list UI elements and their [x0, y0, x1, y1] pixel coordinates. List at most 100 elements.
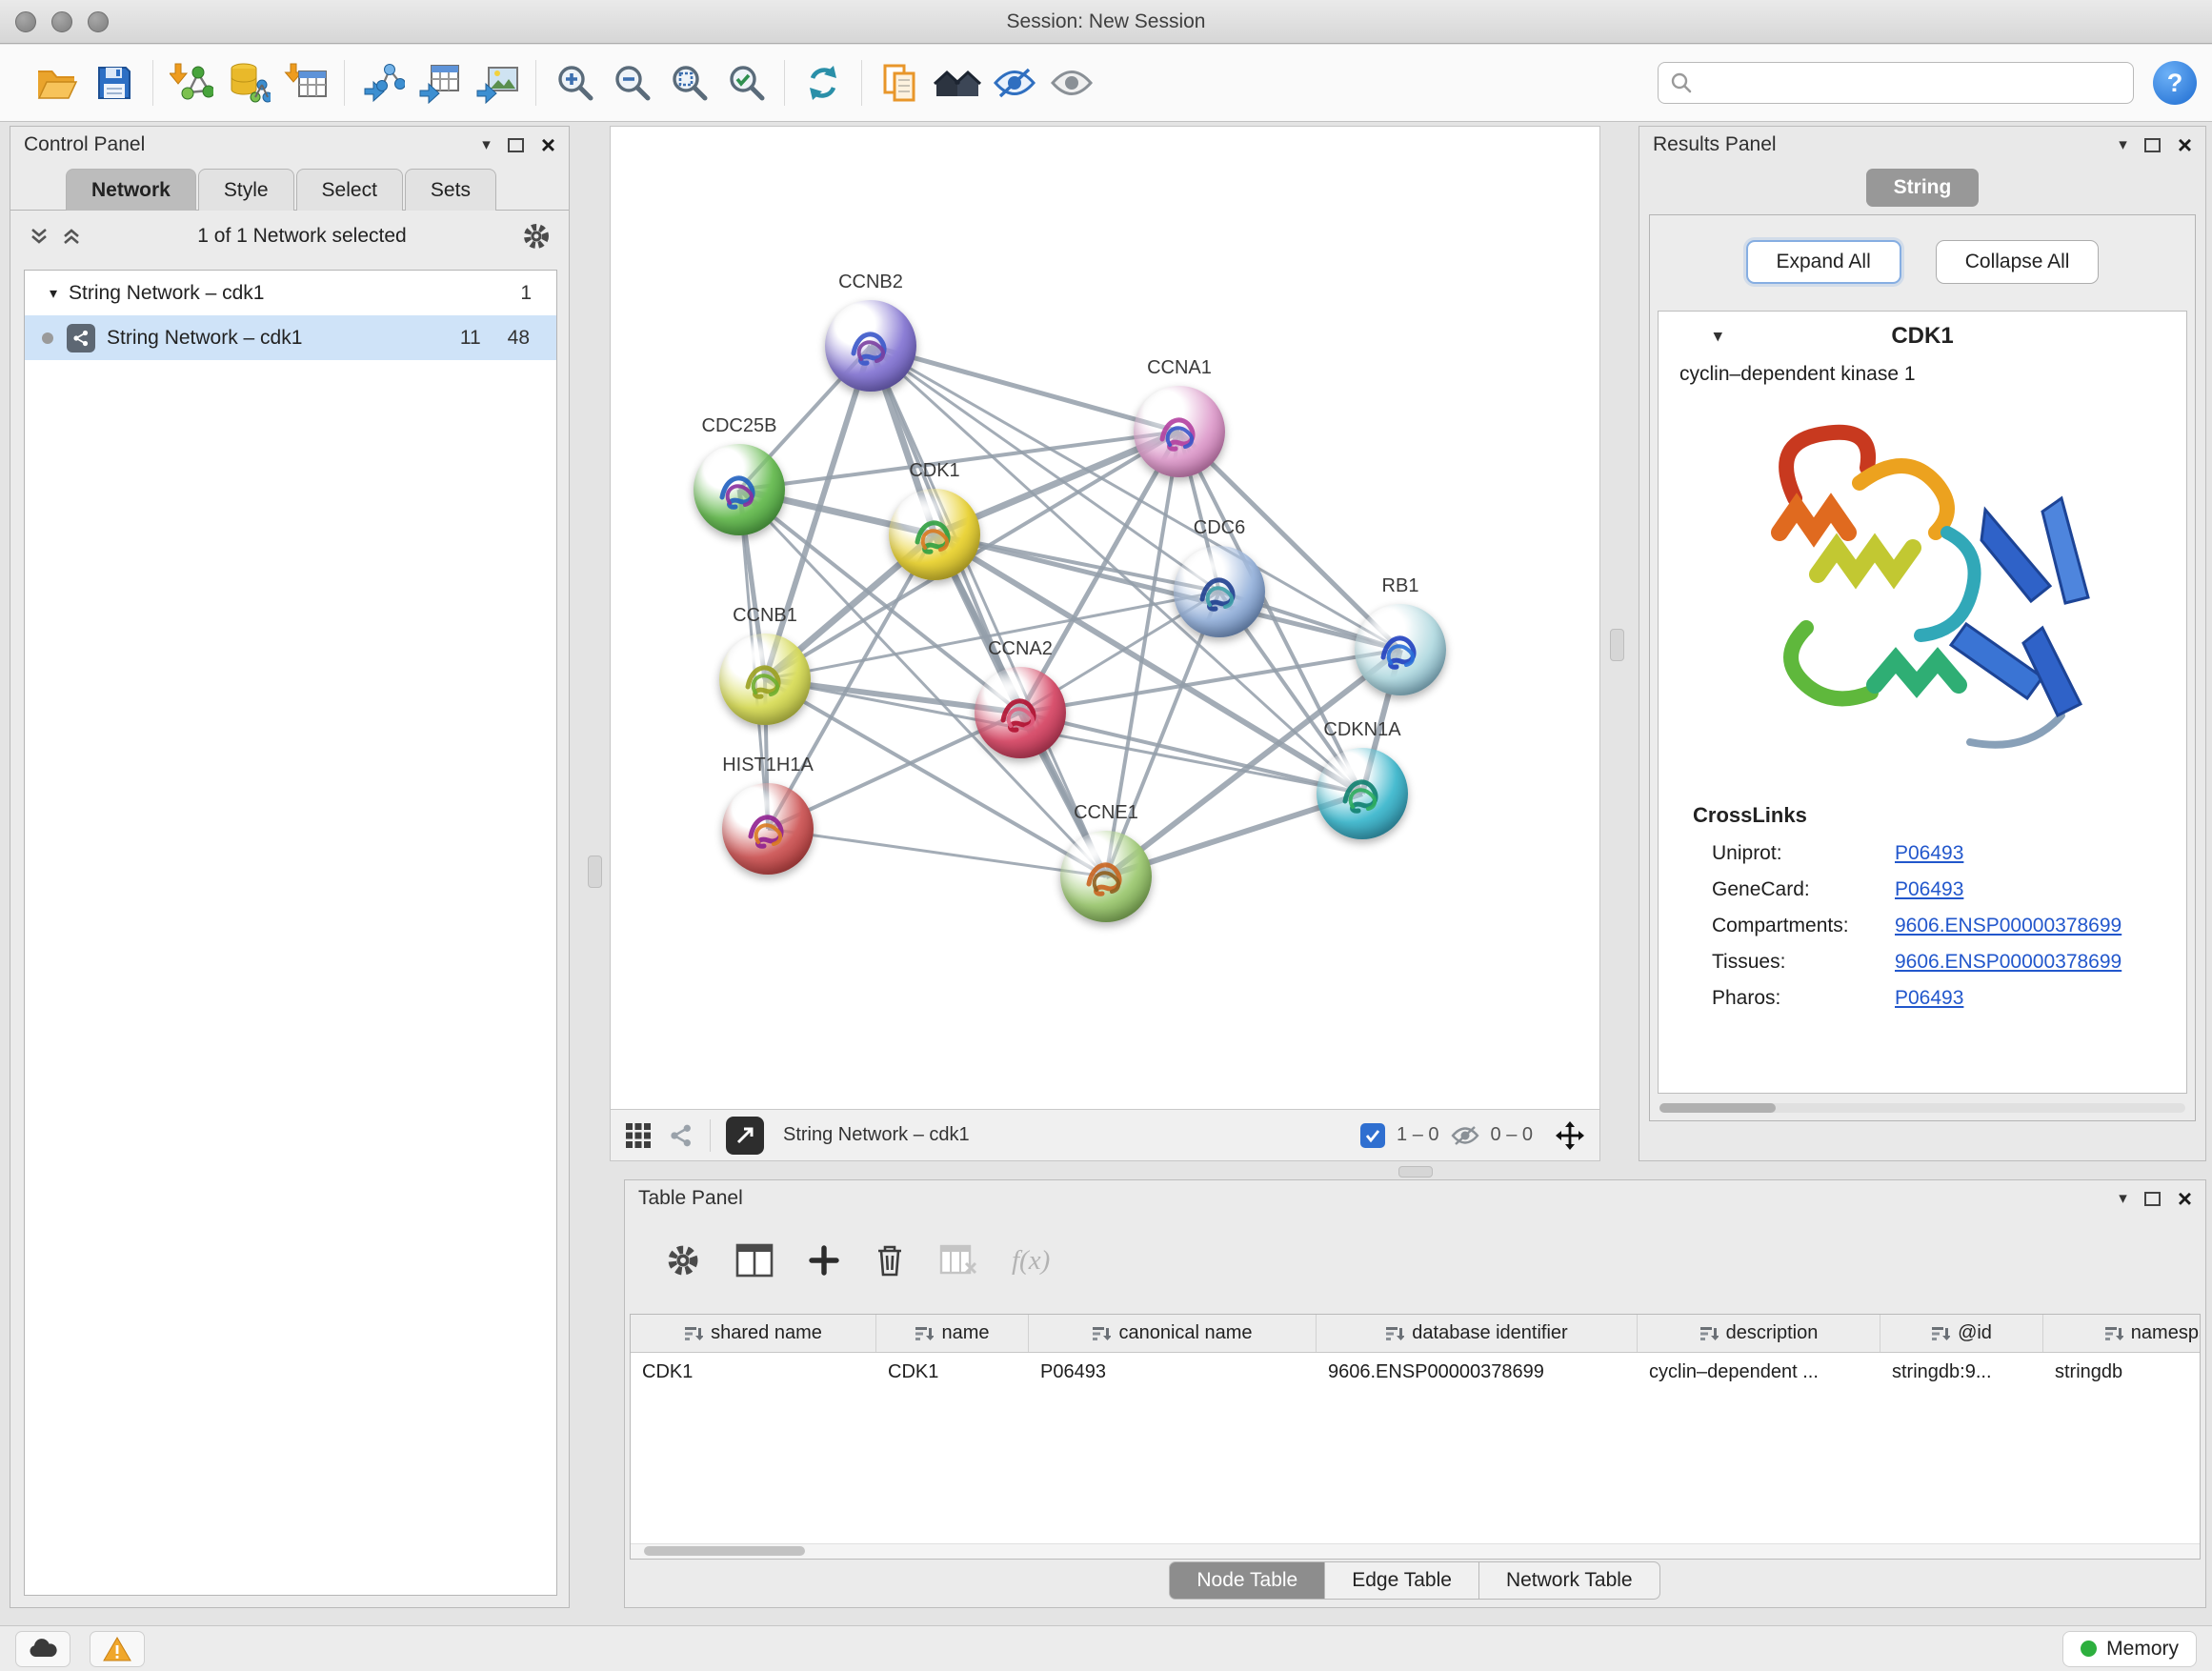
tab-network-table[interactable]: Network Table [1478, 1561, 1660, 1600]
tab-network[interactable]: Network [66, 169, 196, 211]
import-network-file-button[interactable] [163, 51, 220, 114]
share-network-icon[interactable] [668, 1122, 694, 1149]
tab-node-table[interactable]: Node Table [1169, 1561, 1325, 1600]
table-row[interactable]: CDK1CDK1P064939606.ENSP00000378699cyclin… [631, 1353, 2200, 1393]
export-table-button[interactable] [412, 51, 469, 114]
network-collection-row[interactable]: ▾ String Network – cdk1 1 [25, 271, 556, 315]
zoom-selected-button[interactable] [717, 51, 774, 114]
open-session-button[interactable] [29, 51, 86, 114]
network-node-CDK1[interactable] [889, 489, 980, 580]
gene-expander-icon[interactable]: ▾ [1714, 327, 1722, 346]
memory-button[interactable]: Memory [2062, 1631, 2197, 1667]
minimize-window-button[interactable] [51, 11, 72, 32]
protein-structure-image [1741, 399, 2103, 780]
collapse-all-icon[interactable] [28, 225, 50, 248]
tab-string[interactable]: String [1866, 169, 1979, 207]
float-panel-icon[interactable] [508, 138, 524, 152]
scrollbar-thumb[interactable] [644, 1546, 805, 1556]
collapse-panel-icon[interactable]: ▾ [2119, 1189, 2127, 1208]
tab-select[interactable]: Select [296, 169, 403, 211]
warnings-button[interactable] [90, 1631, 145, 1667]
crosslink-link[interactable]: P06493 [1895, 987, 1963, 1010]
protein-structure-thumbnail [825, 300, 916, 392]
network-row[interactable]: String Network – cdk1 11 48 [25, 315, 556, 360]
pan-tool-icon[interactable] [1554, 1119, 1586, 1152]
network-node-CCNE1[interactable] [1060, 831, 1152, 922]
show-panel-button[interactable] [1043, 51, 1100, 114]
tree-expander-icon[interactable]: ▾ [50, 284, 57, 303]
tab-sets[interactable]: Sets [405, 169, 496, 211]
zoom-in-button[interactable] [546, 51, 603, 114]
export-image-button[interactable] [469, 51, 526, 114]
selected-checkbox[interactable] [1360, 1123, 1385, 1148]
table-settings-gear-icon[interactable] [665, 1242, 701, 1278]
home-button[interactable] [929, 51, 986, 114]
tab-style[interactable]: Style [198, 169, 294, 211]
network-node-RB1[interactable] [1355, 604, 1446, 695]
scrollbar-thumb[interactable] [1659, 1103, 1776, 1113]
zoom-fit-button[interactable] [660, 51, 717, 114]
network-edge-CCNB2-CCNE1[interactable] [871, 346, 1106, 876]
vertical-splitter-handle[interactable] [588, 856, 602, 888]
collapse-panel-icon[interactable]: ▾ [482, 135, 491, 154]
network-canvas[interactable]: CCNB2 CCNA1 CDC25B CDK1 CDC6 RB1 CCNB1 C… [611, 127, 1599, 1109]
add-column-icon[interactable] [808, 1244, 840, 1277]
table-horizontal-scrollbar[interactable] [631, 1543, 2200, 1559]
zoom-out-button[interactable] [603, 51, 660, 114]
column-header-shared-name[interactable]: shared name [631, 1315, 876, 1352]
open-in-browser-button[interactable] [726, 1117, 764, 1155]
toolbar-search[interactable] [1658, 62, 2134, 104]
close-panel-icon[interactable]: × [2178, 132, 2192, 157]
offline-cloud-button[interactable] [15, 1631, 70, 1667]
float-panel-icon[interactable] [2144, 1192, 2161, 1206]
network-node-CCNA1[interactable] [1134, 386, 1225, 477]
import-table-button[interactable] [277, 51, 334, 114]
close-window-button[interactable] [15, 11, 36, 32]
expand-all-button[interactable]: Expand All [1746, 240, 1901, 284]
grid-view-icon[interactable] [624, 1121, 653, 1150]
results-horizontal-scrollbar[interactable] [1659, 1103, 2185, 1113]
close-panel-icon[interactable]: × [2178, 1186, 2192, 1211]
network-node-CDC25B[interactable] [694, 444, 785, 535]
vertical-splitter-handle[interactable] [1610, 629, 1624, 661]
collapse-panel-icon[interactable]: ▾ [2119, 135, 2127, 154]
column-header-database-identifier[interactable]: database identifier [1317, 1315, 1638, 1352]
column-header--id[interactable]: @id [1880, 1315, 2043, 1352]
crosslink-link[interactable]: 9606.ENSP00000378699 [1895, 951, 2122, 974]
expand-all-icon[interactable] [60, 225, 83, 248]
refresh-layout-button[interactable] [794, 51, 852, 114]
export-image-icon [475, 62, 519, 104]
crosslink-link[interactable]: P06493 [1895, 842, 1963, 865]
float-panel-icon[interactable] [2144, 138, 2161, 152]
tab-edge-table[interactable]: Edge Table [1324, 1561, 1479, 1600]
show-columns-icon[interactable] [735, 1243, 774, 1278]
network-node-HIST1H1A[interactable] [722, 783, 814, 875]
crosslink-link[interactable]: P06493 [1895, 878, 1963, 901]
network-node-CCNB2[interactable] [825, 300, 916, 392]
toolbar-search-input[interactable] [1700, 72, 2122, 94]
column-header-canonical-name[interactable]: canonical name [1029, 1315, 1317, 1352]
network-node-CCNB1[interactable] [719, 634, 811, 725]
column-header-name[interactable]: name [876, 1315, 1029, 1352]
network-node-CDKN1A[interactable] [1317, 748, 1408, 839]
network-node-label: CDC25B [663, 415, 815, 437]
network-edge-HIST1H1A-CCNE1[interactable] [768, 829, 1106, 876]
import-network-database-button[interactable] [220, 51, 277, 114]
close-panel-icon[interactable]: × [541, 132, 555, 157]
export-network-button[interactable] [354, 51, 412, 114]
hide-panel-button[interactable] [986, 51, 1043, 114]
collapse-all-button[interactable]: Collapse All [1936, 240, 2100, 284]
crosslink-link[interactable]: 9606.ENSP00000378699 [1895, 915, 2122, 937]
delete-column-icon[interactable] [875, 1243, 905, 1278]
network-node-CDC6[interactable] [1174, 546, 1265, 637]
network-options-gear-icon[interactable] [521, 221, 552, 252]
column-header-description[interactable]: description [1638, 1315, 1880, 1352]
column-header-namespace[interactable]: namespace [2043, 1315, 2201, 1352]
clipboard-button[interactable] [872, 51, 929, 114]
help-button[interactable]: ? [2153, 61, 2197, 105]
horizontal-splitter-handle[interactable] [1398, 1166, 1433, 1178]
save-session-button[interactable] [86, 51, 143, 114]
zoom-window-button[interactable] [88, 11, 109, 32]
network-node-CCNA2[interactable] [975, 667, 1066, 758]
network-node-label: CDKN1A [1286, 719, 1438, 741]
